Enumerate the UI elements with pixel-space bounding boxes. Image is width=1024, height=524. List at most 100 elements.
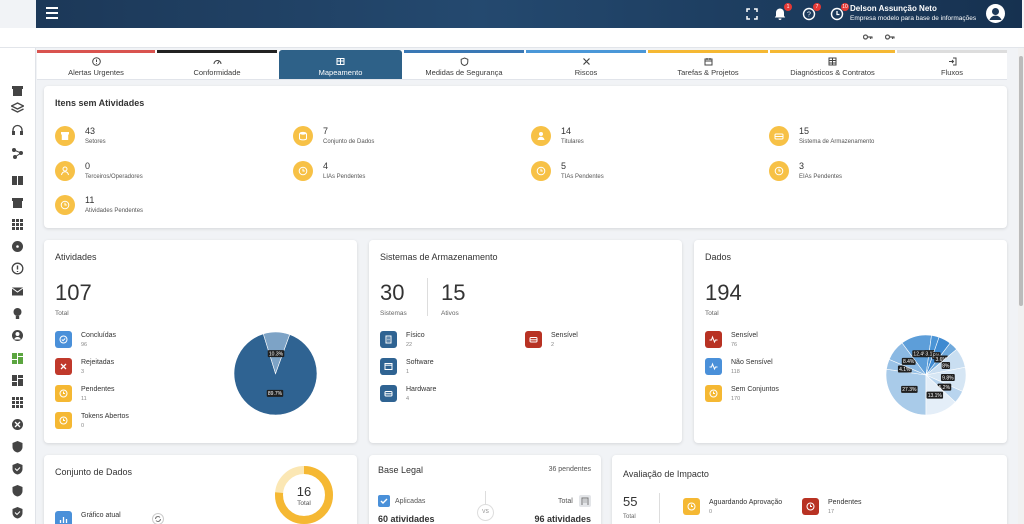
mail-icon[interactable] [11, 285, 24, 298]
card-title: Conjunto de Dados [55, 467, 133, 477]
refresh-icon[interactable] [152, 513, 164, 524]
shield-icon[interactable] [11, 440, 24, 453]
card-title: Dados [705, 252, 732, 262]
tab-tarefas-projetos[interactable]: Tarefas & Projetos [648, 50, 768, 79]
store-icon[interactable] [11, 196, 24, 209]
chart-icon-box [55, 511, 72, 524]
file-icon [385, 335, 392, 344]
user-circle-icon[interactable] [11, 329, 24, 342]
pie-label: 13.1% [928, 393, 943, 399]
grid-icon[interactable] [11, 218, 24, 231]
radiation-icon[interactable] [11, 240, 24, 253]
avatar[interactable] [986, 4, 1005, 23]
tab-mapeamento[interactable]: Mapeamento [279, 50, 402, 79]
lightbulb-icon[interactable] [11, 307, 24, 320]
atividades-card: Atividades 107 Total Concluídas 96 Rejei… [44, 240, 357, 443]
total-value: 96 atividades [534, 514, 591, 524]
shield-check-icon[interactable] [11, 506, 24, 519]
tab-label: Alertas Urgentes [68, 68, 124, 77]
tab-label: Tarefas & Projetos [677, 68, 739, 77]
close-icon [60, 363, 67, 370]
dados-pie-chart[interactable]: 27.3%4.1%8.4%12.4%3.1%5%3.6%8%9.8%5.2%13… [885, 334, 967, 416]
card-title: Atividades [55, 252, 97, 262]
scrollbar-thumb[interactable] [1019, 56, 1023, 306]
shield-icon[interactable] [11, 484, 24, 497]
card-title: Sistemas de Armazenamento [380, 252, 498, 262]
calendar-icon [704, 58, 712, 66]
scrollbar[interactable] [1018, 48, 1024, 524]
table-icon [336, 58, 345, 65]
atividades-pie-chart[interactable]: 89.7% 10.3% [233, 331, 318, 416]
pie-label: 9.8% [942, 375, 954, 381]
tab-diagnosticos-contratos[interactable]: Diagnósticos & Contratos [770, 50, 895, 79]
clock-icon [687, 502, 696, 511]
total-label: Total [558, 498, 573, 505]
dashboard-active-icon[interactable] [11, 352, 24, 365]
check-box [378, 495, 390, 507]
total-label: Total [705, 310, 719, 317]
share-nodes-icon[interactable] [11, 147, 24, 160]
user-icon [537, 132, 545, 140]
fullscreen-icon[interactable] [745, 7, 759, 21]
vs-badge: VS [477, 504, 494, 521]
hdd-icon [774, 133, 784, 140]
bar-chart-icon [59, 517, 68, 523]
tab-label: Fluxos [940, 68, 964, 77]
cancel-circle-icon[interactable] [11, 418, 24, 431]
sistemas-total: 30 [380, 280, 405, 305]
tab-riscos[interactable]: Riscos [526, 50, 646, 79]
tab-label: Diagnósticos & Contratos [790, 68, 875, 77]
alert-circle-icon[interactable] [11, 262, 24, 275]
building-icon [579, 495, 591, 507]
clock-icon [709, 389, 718, 398]
card-title: Avaliação de Impacto [623, 469, 709, 479]
clock-icon [59, 416, 68, 425]
bell-icon[interactable]: 1 [773, 3, 792, 21]
tab-conformidade[interactable]: Conformidade [157, 50, 277, 79]
store-icon [61, 132, 69, 140]
avaliacao-impacto-card: Avaliação de Impacto 55 Total Aguardando… [612, 455, 1007, 524]
pulse-icon [709, 335, 718, 344]
clock-icon [59, 389, 68, 398]
total-label: Total [55, 310, 69, 317]
sistemas-card: Sistemas de Armazenamento 30 Sistemas 15… [369, 240, 682, 443]
ativos-label: Ativos [441, 310, 459, 317]
dados-card: Dados 194 Total Sensível 76 Não Sensível… [694, 240, 1007, 443]
key-icon[interactable] [863, 33, 873, 41]
itens-sem-atividades-card: Itens sem Atividades 43 Setores 7 Conjun… [44, 86, 1007, 228]
aplicadas-label: Aplicadas [395, 498, 426, 505]
book-icon[interactable] [11, 174, 24, 187]
store-icon[interactable] [11, 84, 24, 97]
pie-label: 27.3% [902, 387, 917, 393]
card-title: Itens sem Atividades [55, 98, 145, 108]
shield-icon [460, 57, 468, 66]
menu-icon[interactable] [46, 7, 58, 21]
dashboard-icon[interactable] [11, 374, 24, 387]
tools-icon [582, 58, 590, 65]
clock-icon [806, 502, 815, 511]
tab-bar: Alertas Urgentes Conformidade Mapeamento… [37, 50, 1007, 80]
gauge-icon [213, 60, 221, 65]
hdd-icon [384, 391, 393, 397]
tab-medidas-seguranca[interactable]: Medidas de Segurança [404, 50, 524, 79]
layers-icon[interactable] [11, 102, 24, 115]
total-value: 107 [55, 280, 92, 305]
login-icon [948, 57, 956, 66]
alert-circle-icon [91, 57, 101, 66]
window-icon [384, 363, 393, 370]
tab-alertas-urgentes[interactable]: Alertas Urgentes [37, 50, 155, 79]
tab-fluxos[interactable]: Fluxos [897, 50, 1007, 79]
help-icon[interactable]: ? 7 [802, 3, 821, 21]
headset-icon[interactable] [11, 124, 24, 137]
clock-alert-icon[interactable]: 10 [830, 3, 849, 21]
shield-check-icon[interactable] [11, 462, 24, 475]
user-name: Delson Assunção Neto [850, 4, 937, 13]
key-icon[interactable] [885, 33, 895, 41]
grid-icon[interactable] [11, 396, 24, 409]
grid-icon [828, 57, 837, 66]
pie-label: 89.7% [268, 391, 283, 397]
clock-icon [774, 166, 784, 176]
conjunto-dados-card: Conjunto de Dados 16 Total Gráfico atual [44, 455, 357, 524]
tab-label: Medidas de Segurança [425, 68, 503, 77]
avaliacao-total-label: Total [623, 514, 636, 520]
